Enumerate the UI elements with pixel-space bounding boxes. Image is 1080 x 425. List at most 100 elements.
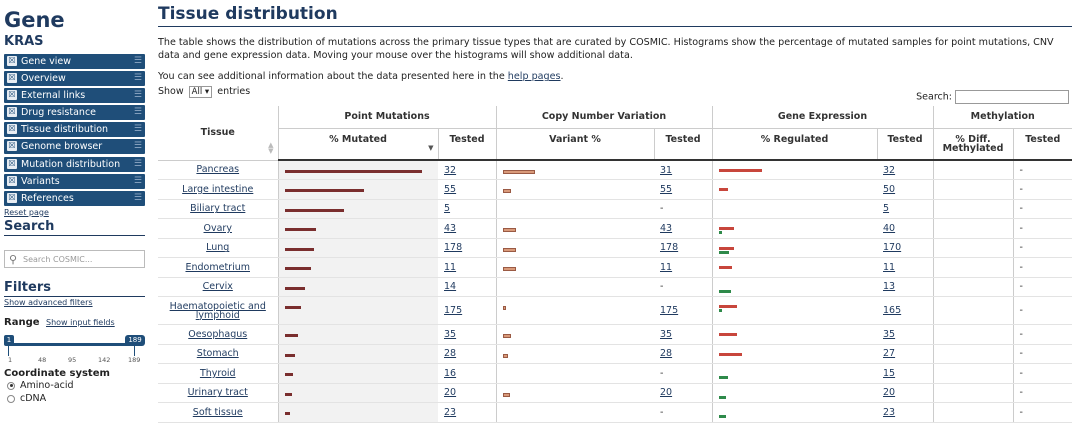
cnv-bar[interactable] <box>502 392 510 397</box>
col-tissue[interactable]: Tissue ▲ ▼ <box>158 106 278 161</box>
ge-tested-link[interactable]: 23 <box>877 402 933 423</box>
ge-tested-link[interactable]: 170 <box>877 238 933 259</box>
cnv-bar[interactable] <box>502 353 509 358</box>
search-input[interactable]: ⚲ Search COSMIC... <box>4 249 145 268</box>
col-meth-diff[interactable]: % Diff. Methylated <box>932 128 1013 162</box>
drag-handle-icon[interactable]: ☰ <box>134 139 142 154</box>
pm-tested-link[interactable]: 28 <box>438 344 496 365</box>
underexpression-bar[interactable] <box>718 376 728 380</box>
tissue-link[interactable]: Soft tissue <box>158 402 278 423</box>
point-mutation-bar[interactable] <box>284 208 344 212</box>
tissue-link[interactable]: Haematopoietic and lymphoid <box>158 296 278 326</box>
checkbox-icon[interactable]: ☒ <box>7 90 17 101</box>
point-mutation-bar[interactable] <box>284 286 306 290</box>
tissue-link[interactable]: Endometrium <box>158 257 278 278</box>
cnv-bar[interactable] <box>502 334 512 339</box>
ge-tested-link[interactable]: 35 <box>877 324 933 345</box>
tissue-link[interactable]: Cervix <box>158 277 278 298</box>
tissue-link[interactable]: Biliary tract <box>158 199 278 220</box>
point-mutation-bar[interactable] <box>284 334 298 338</box>
nav-item-drug-resistance[interactable]: ☒ Drug resistance ☰ <box>4 105 145 121</box>
tissue-link[interactable]: Large intestine <box>158 179 278 200</box>
ge-tested-link[interactable]: 50 <box>877 179 933 200</box>
col-ge-tested[interactable]: Tested <box>876 128 933 162</box>
pm-tested-link[interactable]: 43 <box>438 218 496 239</box>
checkbox-icon[interactable]: ☒ <box>7 107 17 118</box>
cnv-tested-link[interactable]: 31 <box>654 160 712 181</box>
underexpression-bar[interactable] <box>718 309 722 313</box>
ge-tested-link[interactable]: 165 <box>877 296 933 326</box>
range-slider[interactable]: 1 189 <box>4 330 145 358</box>
tissue-link[interactable]: Thyroid <box>158 363 278 384</box>
nav-item-references[interactable]: ☒ References ☰ <box>4 190 145 206</box>
pm-tested-link[interactable]: 11 <box>438 257 496 278</box>
overexpression-bar[interactable] <box>718 169 762 173</box>
drag-handle-icon[interactable]: ☰ <box>134 157 142 172</box>
radio-unselected-icon[interactable] <box>7 394 15 403</box>
ge-tested-link[interactable]: 15 <box>877 363 933 384</box>
cnv-tested-link[interactable]: 11 <box>654 257 712 278</box>
drag-handle-icon[interactable]: ☰ <box>134 122 142 137</box>
drag-handle-icon[interactable]: ☰ <box>134 174 142 189</box>
nav-item-external-links[interactable]: ☒ External links ☰ <box>4 88 145 104</box>
pm-tested-link[interactable]: 175 <box>438 296 496 326</box>
tissue-link[interactable]: Stomach <box>158 344 278 365</box>
overexpression-bar[interactable] <box>718 305 738 309</box>
slider-track[interactable] <box>9 342 140 346</box>
checkbox-icon[interactable]: ☒ <box>7 192 17 203</box>
point-mutation-bar[interactable] <box>284 170 423 174</box>
cnv-tested-link[interactable]: 20 <box>654 383 712 404</box>
radio-cdna[interactable]: cDNA <box>4 393 150 405</box>
tissue-link[interactable]: Pancreas <box>158 160 278 181</box>
cnv-bar[interactable] <box>502 306 506 311</box>
pm-tested-link[interactable]: 5 <box>438 199 496 220</box>
tissue-link[interactable]: Lung <box>158 238 278 259</box>
nav-item-tissue-distribution[interactable]: ☒ Tissue distribution ☰ <box>4 122 145 138</box>
nav-item-overview[interactable]: ☒ Overview ☰ <box>4 71 145 87</box>
slider-min-handle[interactable]: 1 <box>4 334 14 346</box>
overexpression-bar[interactable] <box>718 246 734 250</box>
checkbox-icon[interactable]: ☒ <box>7 56 17 66</box>
drag-handle-icon[interactable]: ☰ <box>134 88 142 103</box>
pm-tested-link[interactable]: 23 <box>438 402 496 423</box>
nav-item-mutation-distribution[interactable]: ☒ Mutation distribution ☰ <box>4 156 145 172</box>
underexpression-bar[interactable] <box>718 250 730 254</box>
underexpression-bar[interactable] <box>718 231 722 235</box>
col-cnv-tested[interactable]: Tested <box>653 128 712 162</box>
point-mutation-bar[interactable] <box>284 412 291 416</box>
cnv-bar[interactable] <box>502 267 516 272</box>
cnv-tested-link[interactable]: 175 <box>654 296 712 326</box>
point-mutation-bar[interactable] <box>284 267 312 271</box>
point-mutation-bar[interactable] <box>284 247 315 251</box>
checkbox-icon[interactable]: ☒ <box>7 141 17 152</box>
tissue-link[interactable]: Urinary tract <box>158 383 278 404</box>
pm-tested-link[interactable]: 20 <box>438 383 496 404</box>
pm-tested-link[interactable]: 14 <box>438 277 496 298</box>
col-ge-regulated[interactable]: % Regulated <box>711 128 877 162</box>
cnv-tested-link[interactable]: 28 <box>654 344 712 365</box>
table-search-input[interactable] <box>955 90 1069 105</box>
overexpression-bar[interactable] <box>718 333 738 337</box>
col-meth-tested[interactable]: Tested <box>1012 128 1072 162</box>
drag-handle-icon[interactable]: ☰ <box>134 105 142 120</box>
overexpression-bar[interactable] <box>718 352 742 356</box>
point-mutation-bar[interactable] <box>284 353 295 357</box>
ge-tested-link[interactable]: 27 <box>877 344 933 365</box>
cnv-tested-link[interactable]: 43 <box>654 218 712 239</box>
point-mutation-bar[interactable] <box>284 228 316 232</box>
cnv-bar[interactable] <box>502 247 516 252</box>
pm-tested-link[interactable]: 55 <box>438 179 496 200</box>
pm-tested-link[interactable]: 178 <box>438 238 496 259</box>
slider-max-handle[interactable]: 189 <box>125 334 145 346</box>
col-pm-mutated[interactable]: % Mutated ▼ <box>277 128 438 162</box>
nav-item-gene-view[interactable]: ☒ Gene view ☰ <box>4 54 145 69</box>
overexpression-bar[interactable] <box>718 227 734 231</box>
cnv-bar[interactable] <box>502 228 516 233</box>
ge-tested-link[interactable]: 32 <box>877 160 933 181</box>
cnv-bar[interactable] <box>502 170 536 175</box>
col-pm-tested[interactable]: Tested <box>437 128 496 162</box>
checkbox-icon[interactable]: ☒ <box>7 175 17 186</box>
ge-tested-link[interactable]: 5 <box>877 199 933 220</box>
overexpression-bar[interactable] <box>718 188 728 192</box>
ge-tested-link[interactable]: 11 <box>877 257 933 278</box>
